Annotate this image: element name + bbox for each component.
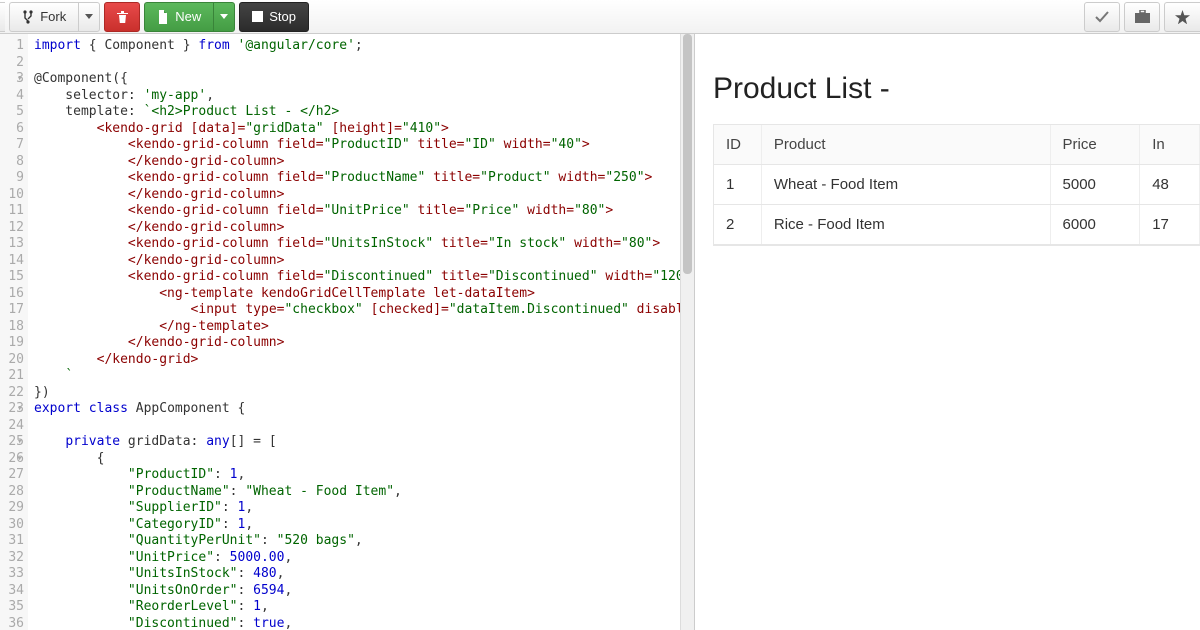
cell-product: Rice - Food Item [762, 205, 1051, 244]
code-line[interactable]: "ProductName": "Wheat - Food Item", [34, 484, 680, 501]
preview-pane: Product List - ID Product Price In 1Whea… [695, 34, 1200, 630]
trash-icon [116, 10, 129, 24]
code-line[interactable]: <kendo-grid-column field="UnitPrice" tit… [34, 203, 680, 220]
code-line[interactable]: import { Component } from '@angular/core… [34, 38, 680, 55]
code-line[interactable]: <input type="checkbox" [checked]="dataIt… [34, 302, 680, 319]
code-line[interactable]: "UnitPrice": 5000.00, [34, 550, 680, 567]
code-line[interactable]: <kendo-grid-column field="ProductID" tit… [34, 137, 680, 154]
code-line[interactable]: </ng-template> [34, 319, 680, 336]
code-line[interactable]: private gridData: any[] = [ [34, 434, 680, 451]
scrollbar-thumb[interactable] [683, 34, 692, 274]
code-line[interactable]: </kendo-grid-column> [34, 220, 680, 237]
fork-icon [22, 10, 34, 24]
new-dropdown[interactable] [213, 2, 235, 32]
col-price[interactable]: Price [1051, 125, 1141, 164]
code-line[interactable]: "Discontinued": true, [34, 616, 680, 630]
code-line[interactable]: "QuantityPerUnit": "520 bags", [34, 533, 680, 550]
fork-button[interactable]: Fork [9, 2, 78, 32]
new-label: New [175, 9, 201, 24]
code-line[interactable]: <ng-template kendoGridCellTemplate let-d… [34, 286, 680, 303]
top-toolbar: e Fork New Stop [0, 0, 1200, 34]
stop-icon [252, 11, 263, 22]
vertical-scrollbar[interactable] [680, 34, 694, 630]
fork-label: Fork [40, 9, 66, 24]
cell-price: 6000 [1051, 205, 1141, 244]
cell-product: Wheat - Food Item [762, 165, 1051, 204]
code-line[interactable]: </kendo-grid-column> [34, 335, 680, 352]
col-stock[interactable]: In [1140, 125, 1200, 164]
grid-header: ID Product Price In [714, 125, 1200, 165]
code-line[interactable]: }) [34, 385, 680, 402]
code-content[interactable]: import { Component } from '@angular/core… [28, 34, 680, 630]
code-line[interactable]: </kendo-grid-column> [34, 187, 680, 204]
fold-marker[interactable]: ▾ [17, 451, 22, 468]
preview-heading: Product List - [713, 72, 1200, 106]
cell-stock: 48 [1140, 165, 1200, 204]
file-icon [157, 10, 169, 24]
col-product[interactable]: Product [762, 125, 1051, 164]
star-button[interactable] [1164, 2, 1200, 32]
table-row[interactable]: 1Wheat - Food Item500048 [714, 165, 1200, 205]
new-button[interactable]: New [144, 2, 213, 32]
code-line[interactable]: </kendo-grid-column> [34, 154, 680, 171]
fold-marker[interactable]: ▾ [17, 401, 22, 418]
fork-dropdown[interactable] [78, 2, 100, 32]
code-line[interactable] [34, 418, 680, 435]
code-line[interactable]: "UnitsOnOrder": 6594, [34, 583, 680, 600]
chevron-down-icon [220, 14, 228, 19]
code-line[interactable]: <kendo-grid [data]="gridData" [height]="… [34, 121, 680, 138]
cell-id: 1 [714, 165, 762, 204]
save-button-left[interactable]: e [0, 2, 5, 32]
code-line[interactable]: </kendo-grid-column> [34, 253, 680, 270]
code-line[interactable]: <kendo-grid-column field="UnitsInStock" … [34, 236, 680, 253]
code-editor[interactable]: 1234567891011121314151617181920212223242… [0, 34, 695, 630]
line-gutter: 1234567891011121314151617181920212223242… [0, 34, 28, 630]
delete-button[interactable] [104, 2, 140, 32]
code-line[interactable] [34, 55, 680, 72]
stop-label: Stop [269, 9, 296, 24]
fold-marker[interactable]: ▾ [17, 434, 22, 451]
code-line[interactable]: @Component({ [34, 71, 680, 88]
code-line[interactable]: <kendo-grid-column field="ProductName" t… [34, 170, 680, 187]
code-line[interactable]: export class AppComponent { [34, 401, 680, 418]
cell-id: 2 [714, 205, 762, 244]
briefcase-button[interactable] [1124, 2, 1160, 32]
code-line[interactable]: { [34, 451, 680, 468]
fold-marker[interactable]: ▾ [17, 71, 22, 88]
stop-button[interactable]: Stop [239, 2, 309, 32]
cell-stock: 17 [1140, 205, 1200, 244]
code-line[interactable]: "ProductID": 1, [34, 467, 680, 484]
code-line[interactable]: template: `<h2>Product List - </h2> [34, 104, 680, 121]
cell-price: 5000 [1051, 165, 1141, 204]
code-line[interactable]: "CategoryID": 1, [34, 517, 680, 534]
code-line[interactable]: selector: 'my-app', [34, 88, 680, 105]
chevron-down-icon [85, 14, 93, 19]
check-button[interactable] [1084, 2, 1120, 32]
briefcase-icon [1135, 10, 1150, 23]
code-line[interactable]: </kendo-grid> [34, 352, 680, 369]
code-line[interactable]: ` [34, 368, 680, 385]
product-grid: ID Product Price In 1Wheat - Food Item50… [713, 124, 1200, 246]
code-line[interactable]: "SupplierID": 1, [34, 500, 680, 517]
col-id[interactable]: ID [714, 125, 762, 164]
code-line[interactable]: "UnitsInStock": 480, [34, 566, 680, 583]
check-icon [1095, 11, 1109, 23]
star-icon [1175, 10, 1190, 24]
code-line[interactable]: "ReorderLevel": 1, [34, 599, 680, 616]
main-panes: 1234567891011121314151617181920212223242… [0, 34, 1200, 630]
table-row[interactable]: 2Rice - Food Item600017 [714, 205, 1200, 245]
code-line[interactable]: <kendo-grid-column field="Discontinued" … [34, 269, 680, 286]
